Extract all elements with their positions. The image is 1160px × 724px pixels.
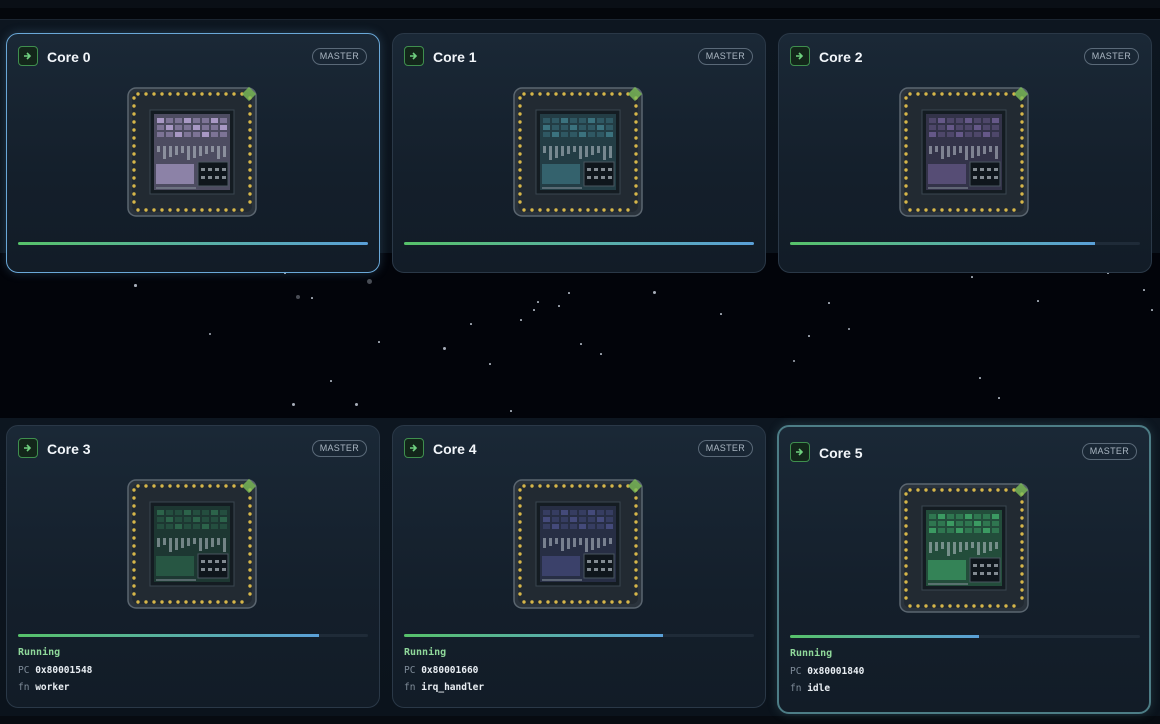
fn-row: fn worker bbox=[18, 682, 70, 693]
star bbox=[998, 397, 1000, 399]
starfield-background bbox=[0, 253, 1160, 418]
status-text: Running bbox=[404, 647, 447, 658]
core-card-1[interactable]: Core 1 MASTER bbox=[392, 33, 766, 273]
core-arrow-icon bbox=[404, 438, 424, 458]
star bbox=[296, 295, 300, 299]
star bbox=[793, 360, 795, 362]
core-card-3[interactable]: Core 3 MASTER Running PC 0x80001548 fn w… bbox=[6, 425, 380, 708]
pc-row: PC 0x80001840 bbox=[790, 666, 865, 677]
star bbox=[367, 279, 372, 284]
fn-row: fn idle bbox=[790, 683, 831, 694]
progress-bar bbox=[790, 242, 1140, 245]
progress-bar bbox=[18, 242, 368, 245]
star bbox=[808, 335, 810, 337]
star bbox=[443, 347, 446, 350]
star bbox=[848, 328, 850, 330]
core-title: Core 5 bbox=[819, 445, 863, 461]
cpu-chip-icon bbox=[898, 482, 1030, 614]
bottom-strip bbox=[0, 716, 1160, 724]
star bbox=[510, 410, 512, 412]
star bbox=[979, 377, 981, 379]
core-arrow-icon bbox=[404, 46, 424, 66]
master-badge[interactable]: MASTER bbox=[697, 48, 753, 65]
master-badge[interactable]: MASTER bbox=[1081, 443, 1137, 460]
star bbox=[378, 341, 380, 343]
star bbox=[568, 292, 570, 294]
star bbox=[600, 353, 602, 355]
progress-bar bbox=[404, 242, 754, 245]
pc-value: 0x80001840 bbox=[807, 666, 865, 677]
master-badge[interactable]: MASTER bbox=[311, 48, 367, 65]
star bbox=[489, 363, 491, 365]
star bbox=[1037, 300, 1039, 302]
core-card-2[interactable]: Core 2 MASTER bbox=[778, 33, 1152, 273]
core-arrow-icon bbox=[18, 438, 38, 458]
core-title: Core 4 bbox=[433, 441, 477, 457]
fn-value: idle bbox=[807, 683, 831, 694]
pc-value: 0x80001660 bbox=[421, 665, 479, 676]
master-badge[interactable]: MASTER bbox=[697, 440, 753, 457]
star bbox=[720, 313, 722, 315]
top-bar bbox=[0, 0, 1160, 8]
star bbox=[971, 276, 973, 278]
star bbox=[311, 297, 313, 299]
core-arrow-icon bbox=[18, 46, 38, 66]
fn-value: worker bbox=[35, 682, 70, 693]
star bbox=[533, 309, 535, 311]
star bbox=[209, 333, 211, 335]
star bbox=[470, 323, 472, 325]
cpu-chip-icon bbox=[126, 478, 258, 610]
star bbox=[828, 302, 830, 304]
cpu-chip-icon bbox=[126, 86, 258, 218]
status-text: Running bbox=[790, 648, 833, 659]
core-title: Core 3 bbox=[47, 441, 91, 457]
core-arrow-icon bbox=[790, 46, 810, 66]
pc-row: PC 0x80001660 bbox=[404, 665, 479, 676]
core-card-4[interactable]: Core 4 MASTER Running PC 0x80001660 fn i… bbox=[392, 425, 766, 708]
cpu-chip-icon bbox=[898, 86, 1030, 218]
core-title: Core 1 bbox=[433, 49, 477, 65]
star bbox=[537, 301, 539, 303]
star bbox=[558, 305, 560, 307]
star bbox=[653, 291, 656, 294]
cpu-chip-icon bbox=[512, 478, 644, 610]
star bbox=[520, 319, 522, 321]
star bbox=[1143, 289, 1145, 291]
star bbox=[330, 380, 332, 382]
fn-row: fn irq_handler bbox=[404, 682, 485, 693]
status-text: Running bbox=[18, 647, 61, 658]
fn-value: irq_handler bbox=[421, 682, 485, 693]
core-card-5[interactable]: Core 5 MASTER Running PC 0x80001840 fn i… bbox=[777, 425, 1151, 714]
star bbox=[580, 343, 582, 345]
core-title: Core 2 bbox=[819, 49, 863, 65]
core-title: Core 0 bbox=[47, 49, 91, 65]
progress-bar bbox=[404, 634, 754, 637]
star bbox=[1151, 309, 1153, 311]
cpu-chip-icon bbox=[512, 86, 644, 218]
master-badge[interactable]: MASTER bbox=[1083, 48, 1139, 65]
star bbox=[134, 284, 137, 287]
progress-bar bbox=[18, 634, 368, 637]
pc-value: 0x80001548 bbox=[35, 665, 93, 676]
master-badge[interactable]: MASTER bbox=[311, 440, 367, 457]
progress-bar bbox=[790, 635, 1140, 638]
star bbox=[292, 403, 295, 406]
core-card-0[interactable]: Core 0 MASTER bbox=[6, 33, 380, 273]
pc-row: PC 0x80001548 bbox=[18, 665, 93, 676]
core-arrow-icon bbox=[790, 442, 810, 462]
star bbox=[355, 403, 358, 406]
